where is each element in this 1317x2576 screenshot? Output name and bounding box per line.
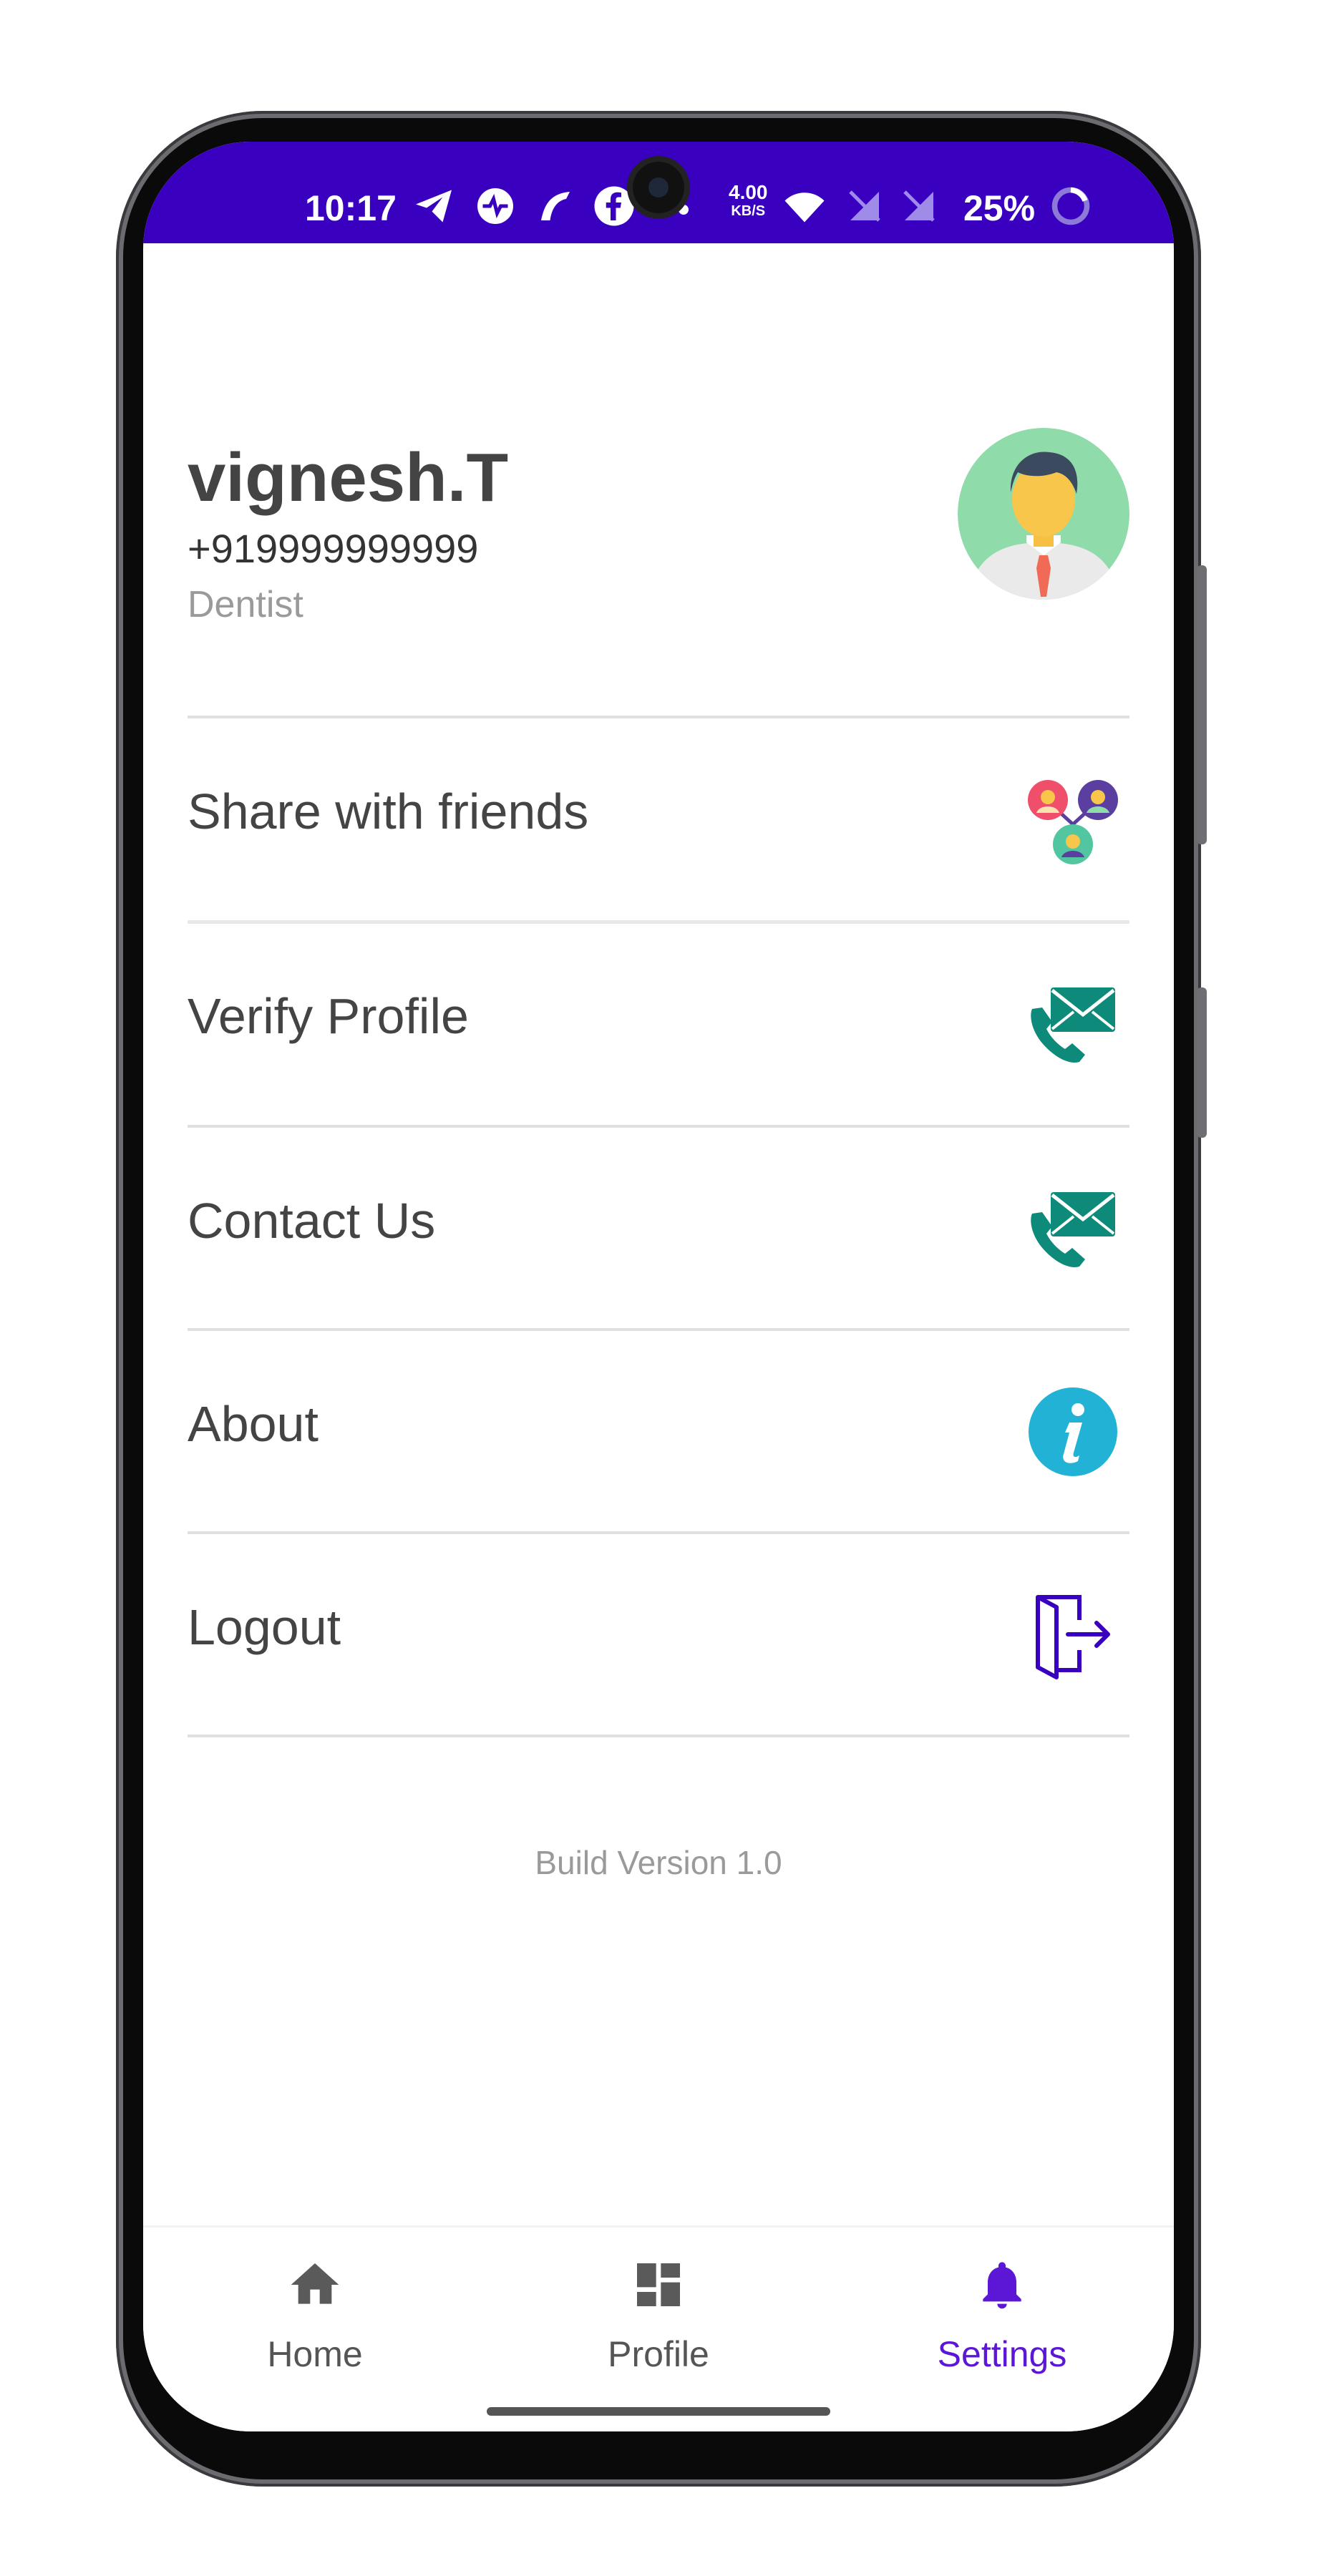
- dashboard-icon: [637, 2263, 680, 2306]
- info-icon: [1029, 1387, 1117, 1476]
- bell-icon: [983, 2262, 1021, 2309]
- power-button: [1197, 987, 1207, 1138]
- app-notification-icon: [541, 192, 570, 220]
- phone-mail-icon: [1031, 987, 1115, 1063]
- network-speed: 4.00 KB/S: [729, 181, 768, 220]
- menu-item-label: Share with friends: [188, 784, 589, 839]
- battery-ring-icon: [1051, 187, 1090, 225]
- share-network-icon: [1028, 780, 1118, 864]
- facebook-icon: [594, 186, 634, 226]
- phone-mail-icon: [1031, 1192, 1115, 1267]
- menu-item-about[interactable]: About: [143, 1331, 1174, 1531]
- status-time: 10:17: [305, 188, 397, 228]
- menu-item-verify-profile[interactable]: Verify Profile: [143, 923, 1174, 1123]
- health-icon: [477, 188, 513, 224]
- battery-percent: 25%: [963, 188, 1036, 228]
- wifi-icon: [784, 192, 825, 223]
- status-bar: 10:17 4.00 KB/S 25%: [143, 142, 1174, 243]
- nav-label: Home: [267, 2334, 363, 2374]
- network-speed-unit: KB/S: [731, 203, 766, 219]
- bottom-navigation: Home Profile Settings: [143, 2225, 1174, 2431]
- menu-item-label: About: [188, 1396, 319, 1452]
- logout-icon: [1036, 1595, 1110, 1679]
- menu-item-label: Verify Profile: [188, 988, 469, 1044]
- no-signal-icon: [849, 190, 880, 222]
- app-screen: 10:17 4.00 KB/S 25% vignesh.T +919999999…: [143, 142, 1174, 2431]
- avatar[interactable]: [958, 428, 1129, 600]
- network-speed-value: 4.00: [729, 181, 768, 203]
- volume-button: [1197, 565, 1207, 844]
- no-signal-icon: [903, 190, 935, 222]
- telegram-icon: [416, 190, 452, 223]
- user-name: vignesh.T: [188, 439, 509, 516]
- nav-item-profile[interactable]: Profile: [487, 2228, 830, 2399]
- front-camera: [633, 162, 684, 213]
- nav-item-settings[interactable]: Settings: [830, 2228, 1174, 2399]
- user-avatar-icon: [958, 428, 1129, 600]
- build-version: Build Version 1.0: [535, 1844, 782, 1881]
- notification-dot-icon: [679, 205, 689, 215]
- user-phone: +919999999999: [188, 526, 479, 571]
- home-icon: [291, 2263, 339, 2304]
- user-role: Dentist: [188, 584, 303, 625]
- home-indicator[interactable]: [487, 2407, 830, 2416]
- menu-item-label: Contact Us: [188, 1193, 436, 1249]
- menu-item-share[interactable]: Share with friends: [143, 718, 1174, 919]
- nav-label: Profile: [608, 2334, 709, 2374]
- menu-item-logout[interactable]: Logout: [143, 1534, 1174, 1735]
- menu-item-label: Logout: [188, 1599, 341, 1655]
- divider: [188, 1735, 1129, 1737]
- nav-item-home[interactable]: Home: [143, 2228, 487, 2399]
- menu-item-contact-us[interactable]: Contact Us: [143, 1128, 1174, 1328]
- nav-label: Settings: [937, 2334, 1067, 2374]
